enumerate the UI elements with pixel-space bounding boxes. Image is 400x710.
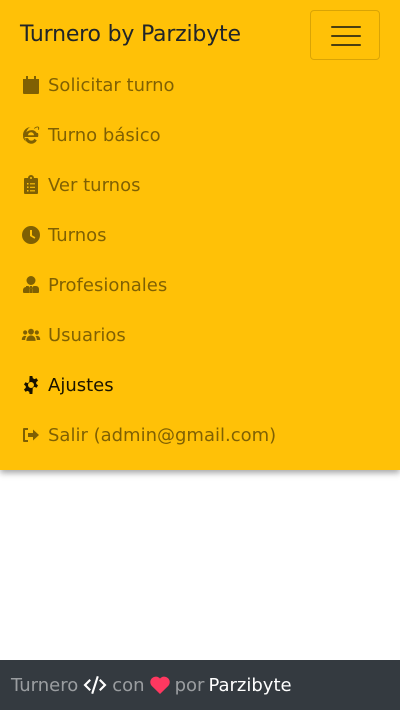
clipboard-list-icon (20, 174, 42, 196)
nav-item-ajustes[interactable]: Ajustes (20, 360, 380, 410)
internet-explorer-icon (20, 124, 42, 146)
hamburger-icon (331, 26, 361, 28)
nav-item-usuarios[interactable]: Usuarios (20, 310, 380, 360)
clock-icon (20, 224, 42, 246)
nav-menu: Solicitar turno Turno básico Ver turnos … (20, 60, 380, 460)
calendar-plus-icon (20, 74, 42, 96)
nav-item-turnos[interactable]: Turnos (20, 210, 380, 260)
cog-icon (20, 374, 42, 396)
page: Turnero by Parzibyte Solicitar turno Tur… (0, 0, 400, 710)
user-tie-icon (20, 274, 42, 296)
nav-item-solicitar-turno[interactable]: Solicitar turno (20, 60, 380, 110)
heart-icon (149, 676, 170, 694)
nav-item-turno-basico[interactable]: Turno básico (20, 110, 380, 160)
nav-item-ver-turnos[interactable]: Ver turnos (20, 160, 380, 210)
nav-item-profesionales[interactable]: Profesionales (20, 260, 380, 310)
footer-text-por: por (174, 674, 205, 696)
users-icon (20, 324, 42, 346)
footer-text-con: con (112, 674, 145, 696)
navbar: Turnero by Parzibyte Solicitar turno Tur… (0, 0, 400, 470)
nav-item-salir[interactable]: Salir (admin@gmail.com) (20, 410, 380, 460)
sign-out-icon (20, 424, 42, 446)
footer-author-link[interactable]: Parzibyte (208, 675, 291, 696)
brand-title[interactable]: Turnero by Parzibyte (20, 22, 241, 47)
footer-text-turnero: Turnero (11, 674, 79, 696)
menu-toggle-button[interactable] (310, 10, 380, 60)
footer: Turnero con por Parzibyte (0, 660, 400, 710)
code-icon (83, 676, 107, 694)
